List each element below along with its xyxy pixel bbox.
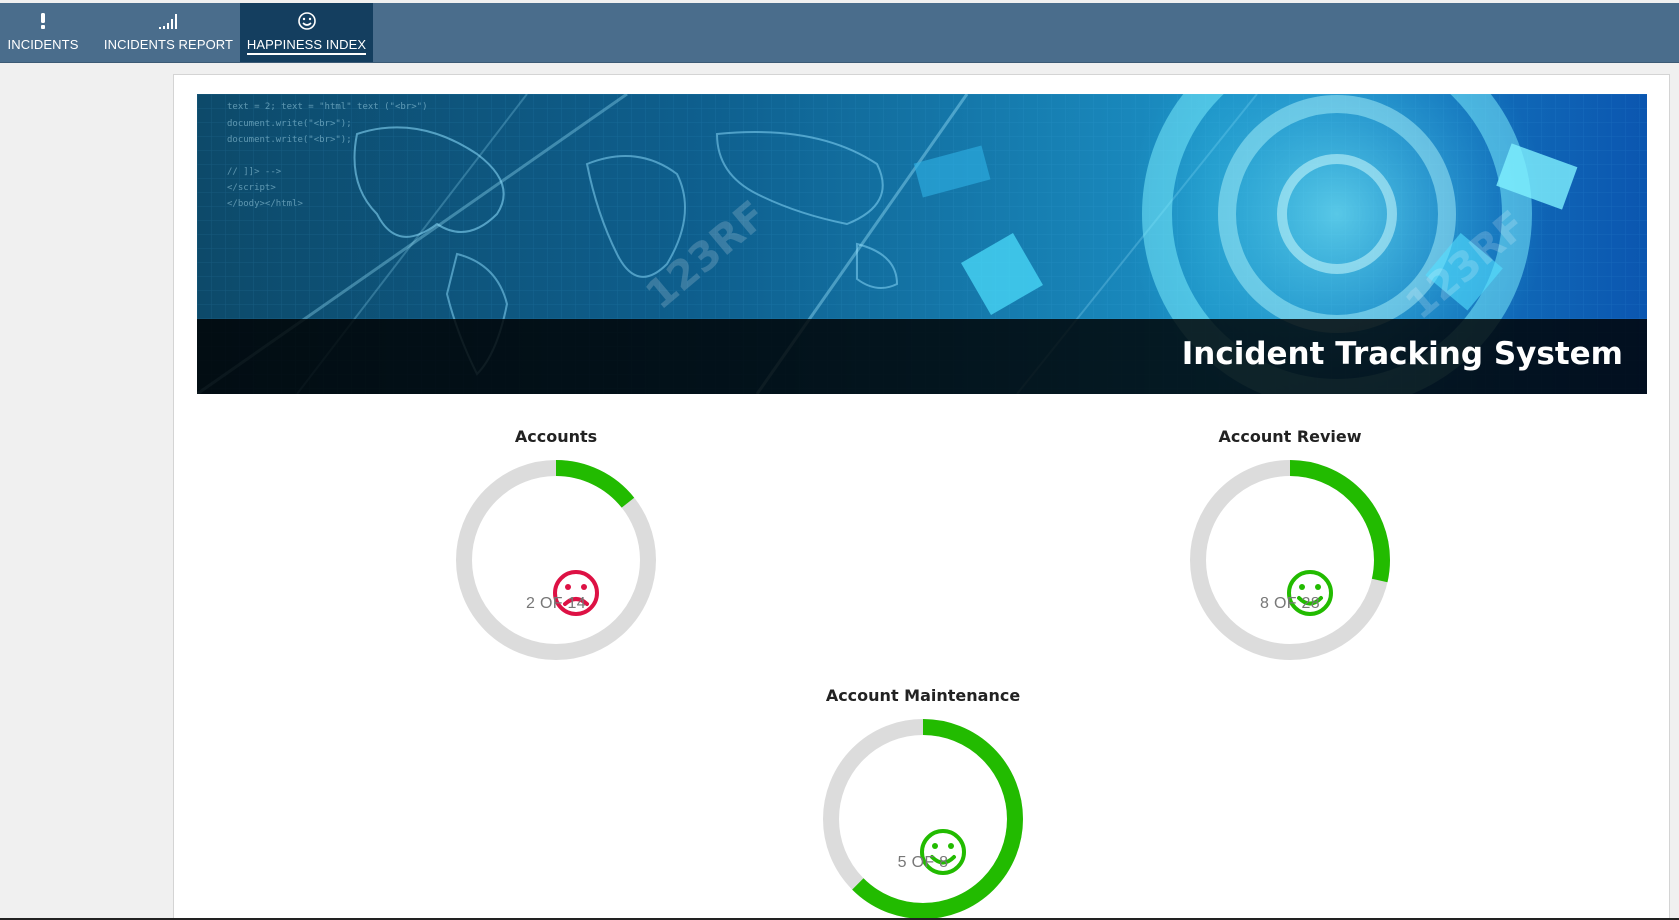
tab-label: INCIDENTS REPORT [103, 37, 234, 52]
tab-label: HAPPINESS INDEX [246, 37, 367, 55]
banner-title: Incident Tracking System [1181, 336, 1623, 372]
gauge-ring [456, 460, 656, 660]
top-navigation-bar: INCIDENTS INCIDENTS REPORT HAPPINESS IND… [0, 3, 1679, 63]
svg-text:// ]]> -->: // ]]> --> [227, 167, 282, 177]
gauge-count: 2 OF 14 [526, 595, 586, 612]
smiley-icon [297, 11, 317, 31]
tab-label: INCIDENTS [7, 37, 79, 52]
tab-incidents-report[interactable]: INCIDENTS REPORT [97, 3, 240, 62]
svg-text:text = 2; text = "html" text (: text = 2; text = "html" text ("<br>") [227, 102, 427, 112]
header-banner: text = 2; text = "html" text ("<br>") do… [197, 94, 1647, 394]
svg-text:document.write("<br>");: document.write("<br>"); [227, 135, 352, 145]
tab-happiness-index[interactable]: HAPPINESS INDEX [240, 3, 373, 62]
main-content-panel: text = 2; text = "html" text ("<br>") do… [173, 74, 1670, 920]
tab-incidents[interactable]: INCIDENTS [0, 3, 86, 62]
exclamation-icon [38, 11, 48, 31]
gauge-title: Account Maintenance [825, 686, 1021, 705]
gauge-ring [1190, 460, 1390, 660]
svg-text:</script>: </script> [227, 183, 276, 193]
svg-text:</body></html>: </body></html> [227, 199, 303, 209]
gauge-title: Account Review [1218, 427, 1362, 446]
gauge-count: 8 OF 28 [1260, 595, 1320, 612]
gauge-ring [823, 719, 1023, 919]
gauge-count: 5 OF 8 [897, 854, 949, 871]
signal-bars-icon [158, 11, 180, 31]
gauge-title: Accounts [514, 427, 598, 446]
svg-text:document.write("<br>");: document.write("<br>"); [227, 119, 352, 129]
